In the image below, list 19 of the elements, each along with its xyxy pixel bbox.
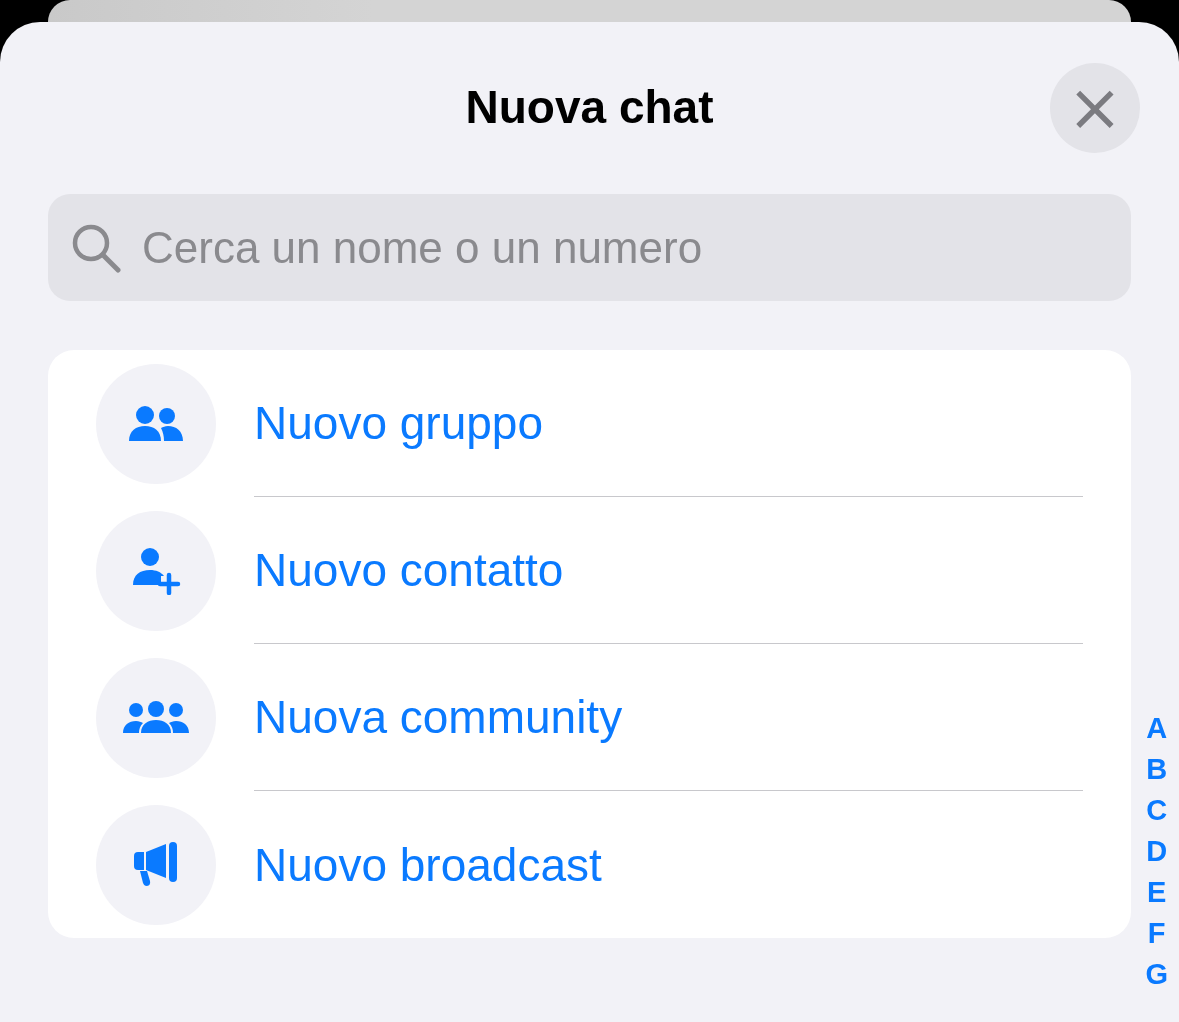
index-letter[interactable]: C bbox=[1146, 790, 1168, 831]
sheet-title: Nuova chat bbox=[465, 80, 714, 134]
search-field[interactable]: Cerca un nome o un numero bbox=[48, 194, 1131, 301]
close-button[interactable]: × bbox=[1050, 63, 1140, 153]
megaphone-icon bbox=[132, 841, 180, 888]
action-item[interactable]: Nuovo gruppo bbox=[254, 396, 543, 450]
action-item[interactable]: Nuova community bbox=[254, 690, 623, 744]
index-letter[interactable]: B bbox=[1146, 749, 1168, 790]
search-input[interactable]: Cerca un nome o un numero bbox=[142, 222, 1109, 273]
index-letter[interactable]: D bbox=[1146, 831, 1168, 872]
action-item[interactable]: Nuovo broadcast bbox=[254, 837, 602, 892]
index-letter[interactable]: A bbox=[1146, 708, 1168, 749]
two-people-icon bbox=[128, 404, 184, 443]
add-person-icon bbox=[131, 546, 181, 595]
index-letter[interactable]: F bbox=[1147, 913, 1166, 954]
action-item[interactable]: Nuovo contatto bbox=[254, 543, 564, 597]
index-letter[interactable]: G bbox=[1145, 954, 1168, 995]
three-people-icon bbox=[123, 700, 189, 735]
index-letter[interactable]: E bbox=[1147, 872, 1167, 913]
